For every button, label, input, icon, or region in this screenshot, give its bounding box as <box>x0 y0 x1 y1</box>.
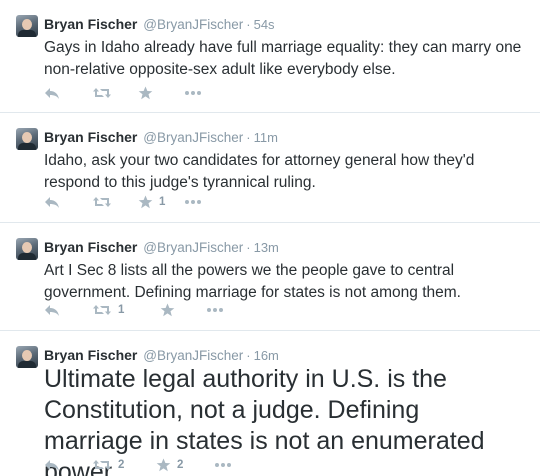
favorite-count: 1 <box>159 196 166 208</box>
author-handle[interactable]: @BryanJFischer <box>143 130 243 145</box>
retweet-button[interactable]: 2 <box>92 458 156 472</box>
more-button[interactable] <box>214 462 232 468</box>
favorite-button[interactable] <box>160 303 206 317</box>
timestamp[interactable]: 13m <box>254 240 279 255</box>
avatar[interactable] <box>16 346 38 368</box>
author-handle[interactable]: @BryanJFischer <box>143 240 243 255</box>
retweet-icon <box>93 460 111 470</box>
favorite-button[interactable] <box>138 86 184 100</box>
reply-icon <box>45 197 59 208</box>
reply-button[interactable] <box>44 195 92 209</box>
author-name[interactable]: Bryan Fischer <box>44 16 137 32</box>
tweet-header: Bryan Fischer @BryanJFischer · 11m <box>44 128 278 147</box>
more-icon <box>185 200 201 204</box>
star-icon <box>138 195 153 209</box>
tweet[interactable]: Bryan Fischer @BryanJFischer · 54s Gays in… <box>0 0 540 113</box>
avatar[interactable] <box>16 128 38 150</box>
timestamp[interactable]: 16m <box>254 348 279 363</box>
favorite-button[interactable]: 2 <box>156 458 214 472</box>
separator: · <box>246 240 251 255</box>
tweet-header: Bryan Fischer @BryanJFischer · 16m <box>44 346 279 365</box>
tweet-actions <box>44 84 202 102</box>
reply-icon <box>45 305 59 316</box>
author-name[interactable]: Bryan Fischer <box>44 129 137 145</box>
retweet-count: 2 <box>118 459 125 471</box>
timestamp[interactable]: 54s <box>254 17 275 32</box>
star-icon <box>156 458 171 472</box>
tweet-actions: 1 <box>44 301 224 319</box>
retweet-button[interactable] <box>92 86 138 100</box>
more-button[interactable] <box>184 90 202 96</box>
tweet[interactable]: Bryan Fischer @BryanJFischer · 16m Ultimat… <box>0 331 540 476</box>
tweet-text: Gays in Idaho already have full marriage… <box>44 39 522 78</box>
tweet-text: Idaho, ask your two candidates for attor… <box>44 152 475 191</box>
author-name[interactable]: Bryan Fischer <box>44 347 137 363</box>
favorite-count: 2 <box>177 459 184 471</box>
reply-icon <box>45 88 59 99</box>
retweet-icon <box>93 197 111 207</box>
retweet-count: 1 <box>118 304 125 316</box>
timeline: Bryan Fischer @BryanJFischer · 54s Gays in… <box>0 0 540 476</box>
tweet-header: Bryan Fischer @BryanJFischer · 13m <box>44 238 279 257</box>
tweet-actions: 2 2 <box>44 456 232 474</box>
separator: · <box>246 17 251 32</box>
tweet-actions: 1 <box>44 193 202 211</box>
reply-icon <box>45 460 59 471</box>
more-icon <box>215 463 231 467</box>
tweet-text: Art I Sec 8 lists all the powers we the … <box>44 262 461 301</box>
avatar[interactable] <box>16 238 38 260</box>
retweet-icon <box>93 88 111 98</box>
reply-button[interactable] <box>44 86 92 100</box>
reply-button[interactable] <box>44 458 92 472</box>
more-button[interactable] <box>206 307 224 313</box>
reply-button[interactable] <box>44 303 92 317</box>
more-icon <box>207 308 223 312</box>
tweet[interactable]: Bryan Fischer @BryanJFischer · 13m Art I S… <box>0 223 540 331</box>
favorite-button[interactable]: 1 <box>138 195 184 209</box>
avatar[interactable] <box>16 15 38 37</box>
author-handle[interactable]: @BryanJFischer <box>143 348 243 363</box>
star-icon <box>160 303 175 317</box>
separator: · <box>246 348 251 363</box>
more-icon <box>185 91 201 95</box>
separator: · <box>246 130 251 145</box>
star-icon <box>138 86 153 100</box>
tweet[interactable]: Bryan Fischer @BryanJFischer · 11m Idaho, … <box>0 113 540 223</box>
more-button[interactable] <box>184 199 202 205</box>
timestamp[interactable]: 11m <box>254 130 278 145</box>
retweet-icon <box>93 305 111 315</box>
author-handle[interactable]: @BryanJFischer <box>143 17 243 32</box>
tweet-header: Bryan Fischer @BryanJFischer · 54s <box>44 15 275 34</box>
retweet-button[interactable]: 1 <box>92 303 160 317</box>
author-name[interactable]: Bryan Fischer <box>44 239 137 255</box>
retweet-button[interactable] <box>92 195 138 209</box>
